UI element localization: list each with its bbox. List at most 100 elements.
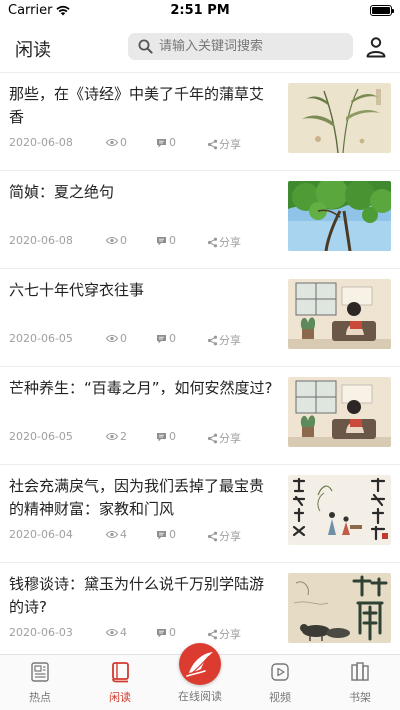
article-meta: 2020-06-03 4 0 分享 [9, 626, 277, 642]
status-right [370, 5, 394, 16]
article-title[interactable]: 简媜：夏之绝句 [9, 181, 277, 204]
article-date: 2020-06-05 [9, 430, 73, 443]
article-meta: 2020-06-08 0 0 分享 [9, 234, 277, 250]
share-icon [207, 433, 218, 443]
tab-hot[interactable]: 热点 [10, 661, 70, 707]
search-bar[interactable] [128, 33, 353, 60]
ink-cattle-calligraphy-image [288, 573, 391, 643]
article-title[interactable]: 社会充满戾气，因为我们丢掉了最宝贵的精神财富：家教和门风 [9, 475, 277, 521]
article-thumbnail[interactable] [288, 279, 391, 349]
article-thumbnail[interactable] [288, 475, 391, 545]
comment-count-value: 0 [169, 626, 176, 639]
article-title[interactable]: 那些，在《诗经》中美了千年的蒲草艾香 [9, 83, 277, 129]
feather-logo-icon [186, 652, 213, 677]
article-title[interactable]: 钱穆谈诗：黛玉为什么说千万别学陆游的诗? [9, 573, 277, 619]
eye-icon [106, 138, 118, 147]
comment-count-value: 0 [169, 332, 176, 345]
user-icon [366, 37, 386, 58]
comment-icon [157, 530, 166, 539]
share-label: 分享 [219, 628, 241, 641]
tab-label: 在线阅读 [178, 690, 222, 703]
tab-bookshelf[interactable]: 书架 [330, 661, 390, 707]
tab-leisure-reading[interactable]: 闲读 [90, 661, 150, 707]
online-reading-button[interactable] [179, 643, 221, 685]
share-button[interactable]: 分享 [207, 626, 241, 642]
share-label: 分享 [219, 334, 241, 347]
share-button[interactable]: 分享 [207, 136, 241, 152]
eye-icon [106, 628, 118, 637]
view-count: 0 [106, 234, 127, 247]
list-item[interactable]: 芒种养生：“百毒之月”，如何安然度过? 2020-06-05 2 0 分享 [0, 366, 400, 464]
comment-count[interactable]: 0 [156, 626, 176, 639]
comment-icon [157, 138, 166, 147]
view-count: 0 [106, 332, 127, 345]
article-thumbnail[interactable] [288, 573, 391, 643]
article-title[interactable]: 六七十年代穿衣往事 [9, 279, 277, 302]
tab-label: 闲读 [109, 691, 131, 704]
view-count: 4 [106, 626, 127, 639]
share-label: 分享 [219, 138, 241, 151]
eye-icon [106, 334, 118, 343]
article-thumbnail[interactable] [288, 377, 391, 447]
search-input[interactable] [159, 39, 339, 54]
article-thumbnail[interactable] [288, 181, 391, 251]
list-item[interactable]: 社会充满戾气，因为我们丢掉了最宝贵的精神财富：家教和门风 2020-06-04 … [0, 464, 400, 562]
comment-icon [157, 334, 166, 343]
status-bar: Carrier 2:51 PM [0, 0, 400, 22]
article-date: 2020-06-08 [9, 234, 73, 247]
comment-count-value: 0 [169, 234, 176, 247]
list-item[interactable]: 那些，在《诗经》中美了千年的蒲草艾香 2020-06-08 0 0 分享 [0, 72, 400, 170]
tab-video[interactable]: 视频 [250, 661, 310, 707]
tab-label: 视频 [269, 691, 291, 704]
article-date: 2020-06-03 [9, 626, 73, 639]
article-title[interactable]: 芒种养生：“百毒之月”，如何安然度过? [9, 377, 277, 400]
article-date: 2020-06-04 [9, 528, 73, 541]
status-time: 2:51 PM [170, 3, 230, 18]
comment-count[interactable]: 0 [156, 430, 176, 443]
comment-icon [157, 432, 166, 441]
article-meta: 2020-06-04 4 0 分享 [9, 528, 277, 544]
comment-count[interactable]: 0 [156, 332, 176, 345]
view-count-value: 2 [120, 430, 127, 443]
share-label: 分享 [219, 530, 241, 543]
comment-count-value: 0 [169, 136, 176, 149]
tab-online-reading[interactable]: 在线阅读 [170, 643, 230, 709]
list-item[interactable]: 简媜：夏之绝句 2020-06-08 0 0 分享 [0, 170, 400, 268]
comment-icon [157, 628, 166, 637]
view-count-value: 0 [120, 332, 127, 345]
share-button[interactable]: 分享 [207, 528, 241, 544]
calligraphy-figures-painting-image [288, 475, 391, 545]
comment-count[interactable]: 0 [156, 234, 176, 247]
share-label: 分享 [219, 432, 241, 445]
search-icon [138, 39, 153, 54]
ink-plant-painting-image [288, 83, 391, 153]
list-item[interactable]: 六七十年代穿衣往事 2020-06-05 0 0 分享 [0, 268, 400, 366]
comment-icon [157, 236, 166, 245]
page-title: 闲读 [15, 40, 51, 61]
girl-reading-illustration-image [288, 377, 391, 447]
view-count-value: 0 [120, 136, 127, 149]
newspaper-icon [31, 662, 49, 682]
share-icon [207, 629, 218, 639]
share-icon [207, 335, 218, 345]
list-item[interactable]: 钱穆谈诗：黛玉为什么说千万别学陆游的诗? 2020-06-03 4 0 分享 [0, 562, 400, 654]
comment-count[interactable]: 0 [156, 528, 176, 541]
article-meta: 2020-06-08 0 0 分享 [9, 136, 277, 152]
article-meta: 2020-06-05 2 0 分享 [9, 430, 277, 446]
share-button[interactable]: 分享 [207, 332, 241, 348]
header: 闲读 [0, 22, 400, 72]
comment-count[interactable]: 0 [156, 136, 176, 149]
tab-bar: 热点 闲读 在线阅读 视频 书架 [0, 643, 400, 710]
comment-count-value: 0 [169, 430, 176, 443]
article-thumbnail[interactable] [288, 83, 391, 153]
eye-icon [106, 236, 118, 245]
view-count: 0 [106, 136, 127, 149]
article-meta: 2020-06-05 0 0 分享 [9, 332, 277, 348]
battery-icon [370, 5, 394, 16]
share-icon [207, 531, 218, 541]
bookshelf-icon [351, 662, 369, 681]
share-button[interactable]: 分享 [207, 234, 241, 250]
share-button[interactable]: 分享 [207, 430, 241, 446]
user-profile-button[interactable] [364, 35, 388, 59]
eye-icon [106, 530, 118, 539]
